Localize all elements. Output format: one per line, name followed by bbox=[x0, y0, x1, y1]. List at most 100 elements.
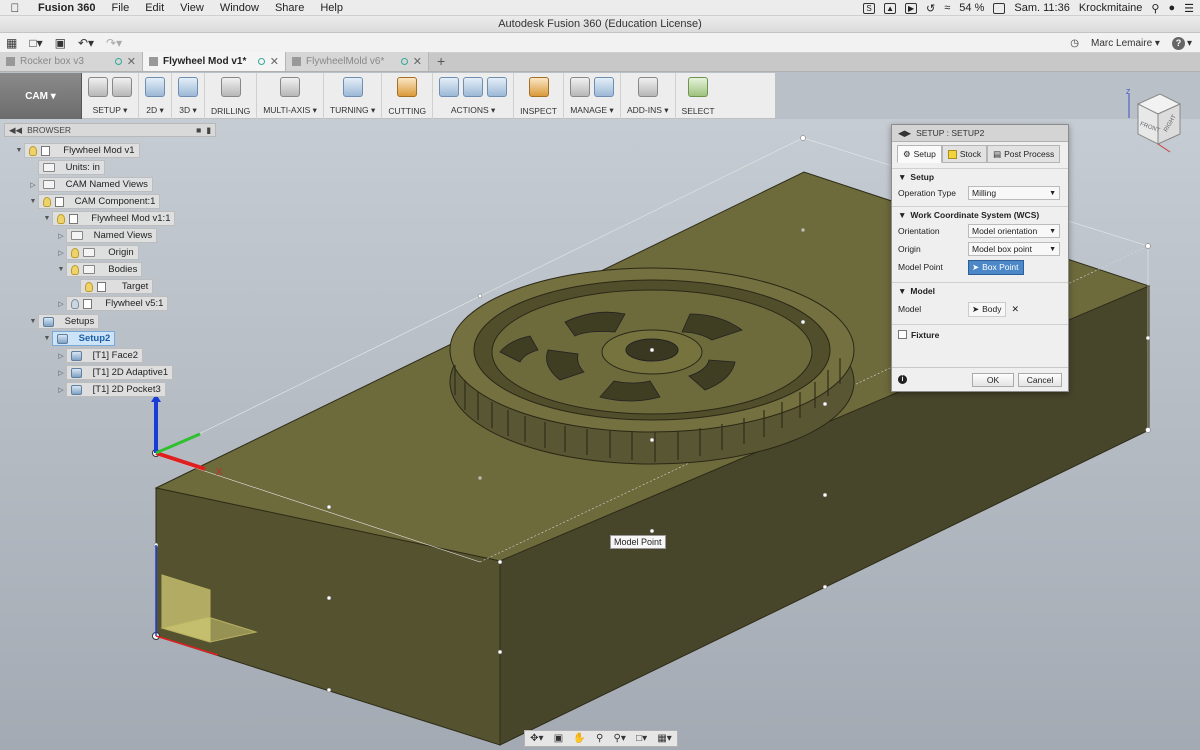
job-status-icon[interactable]: ◷ bbox=[1070, 38, 1079, 49]
model-selection-chip[interactable]: ➤ Body bbox=[968, 301, 1006, 317]
user-account-menu[interactable]: Marc Lemaire ▾ bbox=[1091, 38, 1160, 49]
browser-pin-icon[interactable]: ■ bbox=[196, 125, 201, 136]
orbit-icon[interactable]: ✥▾ bbox=[530, 733, 543, 744]
info-icon[interactable]: i bbox=[898, 375, 907, 384]
box-point-button[interactable]: ➤ Box Point bbox=[968, 259, 1024, 275]
redo-icon[interactable]: ↷▾ bbox=[100, 33, 128, 53]
data-panel-grid-icon[interactable]: ▦ bbox=[0, 33, 23, 53]
section-setup[interactable]: ▼ Setup bbox=[892, 168, 1068, 184]
airplay-icon[interactable]: ▲ bbox=[884, 2, 897, 14]
visibility-bulb-icon[interactable] bbox=[43, 196, 51, 207]
display-settings-icon[interactable]: □▾ bbox=[636, 733, 647, 744]
collapse-arrow-icon[interactable]: ▼ bbox=[14, 147, 24, 154]
tree-item-units[interactable]: Units: in bbox=[28, 160, 105, 175]
toolbar-group-2d[interactable]: 2D ▾ bbox=[139, 73, 172, 119]
menu-help[interactable]: Help bbox=[312, 2, 351, 14]
multi-axis-icon[interactable] bbox=[280, 77, 301, 97]
drill-icon[interactable] bbox=[220, 77, 241, 97]
save-icon[interactable]: ▣ bbox=[49, 33, 72, 53]
toolbar-group-manage[interactable]: MANAGE ▾ bbox=[564, 73, 621, 119]
section-collapse-icon[interactable]: ▼ bbox=[898, 210, 906, 220]
setup-sheet-icon[interactable] bbox=[487, 77, 508, 97]
tree-item-bodies[interactable]: ▼ Bodies bbox=[56, 262, 143, 277]
toolbar-group-turning[interactable]: TURNING ▾ bbox=[324, 73, 383, 119]
visibility-bulb-icon[interactable] bbox=[85, 281, 93, 292]
zoom-icon[interactable]: ⚲ bbox=[596, 733, 603, 744]
cancel-button[interactable]: Cancel bbox=[1018, 372, 1062, 387]
fixture-row[interactable]: Fixture bbox=[892, 324, 1068, 344]
tree-item-named-views[interactable]: ▷ Named Views bbox=[56, 228, 158, 243]
apple-icon[interactable]:  bbox=[0, 1, 30, 15]
tree-item-target[interactable]: Target bbox=[70, 279, 154, 294]
expand-arrow-icon[interactable]: ▷ bbox=[28, 181, 38, 189]
view-cube[interactable]: FRONT RIGHT Z bbox=[1120, 86, 1190, 156]
menu-edit[interactable]: Edit bbox=[137, 2, 172, 14]
toolbar-group-drilling[interactable]: DRILLING bbox=[205, 73, 258, 119]
toolbar-group-select[interactable]: SELECT bbox=[676, 73, 721, 119]
user-name[interactable]: Krockmitaine bbox=[1079, 2, 1143, 14]
clear-selection-icon[interactable]: ✕ bbox=[1012, 304, 1020, 315]
tab-post-process[interactable]: ▤ Post Process bbox=[987, 145, 1061, 163]
3d-adaptive-icon[interactable] bbox=[178, 77, 198, 97]
dialog-title-bar[interactable]: ◀▶ SETUP : SETUP2 bbox=[892, 125, 1068, 142]
tree-item-face2[interactable]: ▷ [T1] Face2 bbox=[56, 348, 144, 363]
post-process-icon[interactable] bbox=[463, 77, 484, 97]
tree-item-cam-named-views[interactable]: ▷ CAM Named Views bbox=[28, 177, 153, 192]
toolbar-group-multi-axis[interactable]: MULTI-AXIS ▾ bbox=[257, 73, 324, 119]
help-menu[interactable]: ? ▾ bbox=[1171, 36, 1192, 50]
section-wcs[interactable]: ▼ Work Coordinate System (WCS) bbox=[892, 206, 1068, 222]
fit-icon[interactable]: ⚲▾ bbox=[614, 733, 626, 744]
menu-window[interactable]: Window bbox=[212, 2, 267, 14]
browser-header[interactable]: ◀◀ BROWSER ■ ▮ bbox=[4, 123, 216, 137]
look-at-icon[interactable]: ▣ bbox=[554, 733, 563, 744]
collapse-browser-icon[interactable]: ◀◀ bbox=[9, 125, 22, 136]
tree-item-2d-pocket3[interactable]: ▷ [T1] 2D Pocket3 bbox=[56, 382, 166, 397]
toolbar-group-inspect[interactable]: INSPECT bbox=[514, 73, 564, 119]
menu-app-name[interactable]: Fusion 360 bbox=[30, 2, 103, 14]
close-tab-icon[interactable]: ✕ bbox=[413, 55, 422, 68]
collapse-arrow-icon[interactable]: ▼ bbox=[28, 318, 38, 325]
simulate-icon[interactable] bbox=[439, 77, 460, 97]
section-collapse-icon[interactable]: ▼ bbox=[898, 286, 906, 296]
expand-arrow-icon[interactable]: ▷ bbox=[56, 232, 66, 240]
visibility-bulb-icon[interactable] bbox=[71, 247, 79, 258]
spotlight-icon[interactable]: ⚲ bbox=[1151, 2, 1159, 15]
menu-file[interactable]: File bbox=[103, 2, 137, 14]
time-machine-icon[interactable]: ↺ bbox=[926, 2, 935, 15]
browser-expand-icon[interactable]: ▮ bbox=[206, 125, 211, 136]
tree-item-setup2[interactable]: ▼ Setup2 bbox=[42, 331, 116, 346]
toolbar-group-cutting[interactable]: CUTTING bbox=[382, 73, 434, 119]
tab-rocker-box[interactable]: Rocker box v3 ✕ bbox=[0, 52, 143, 71]
new-tab-icon[interactable]: + bbox=[429, 52, 453, 71]
expand-arrow-icon[interactable]: ▷ bbox=[56, 386, 66, 394]
wifi-icon[interactable]: ≈ bbox=[944, 2, 950, 14]
expand-arrow-icon[interactable]: ▷ bbox=[56, 352, 66, 360]
tree-item-cam-component[interactable]: ▼ CAM Component:1 bbox=[28, 194, 161, 209]
collapse-arrow-icon[interactable]: ▼ bbox=[42, 335, 52, 342]
fixture-checkbox[interactable] bbox=[898, 330, 907, 339]
tree-item-2d-adaptive1[interactable]: ▷ [T1] 2D Adaptive1 bbox=[56, 365, 174, 380]
expand-arrow-icon[interactable]: ▷ bbox=[56, 369, 66, 377]
section-model[interactable]: ▼ Model bbox=[892, 282, 1068, 298]
volume-icon[interactable]: ▶ bbox=[905, 2, 918, 14]
tab-setup[interactable]: ⚙ Setup bbox=[897, 145, 942, 163]
new-setup-icon[interactable] bbox=[88, 77, 108, 97]
origin-select[interactable]: Model box point ▼ bbox=[968, 242, 1060, 256]
menu-share[interactable]: Share bbox=[267, 2, 312, 14]
skype-icon[interactable]: S bbox=[863, 2, 876, 14]
select-icon[interactable] bbox=[688, 77, 709, 97]
tool-library-icon[interactable] bbox=[569, 77, 590, 97]
battery-percent[interactable]: 54 % bbox=[959, 2, 984, 14]
orientation-select[interactable]: Model orientation ▼ bbox=[968, 224, 1060, 238]
template-library-icon[interactable] bbox=[593, 77, 614, 97]
cutting-icon[interactable] bbox=[397, 77, 418, 97]
workspace-switcher[interactable]: CAM ▾ bbox=[0, 73, 82, 119]
tab-flywheel-mold[interactable]: FlywheelMold v6* ✕ bbox=[286, 52, 429, 71]
scripts-icon[interactable] bbox=[637, 77, 658, 97]
toolbar-group-setup[interactable]: SETUP ▾ bbox=[82, 73, 139, 119]
tree-item-origin[interactable]: ▷ Origin bbox=[56, 245, 139, 260]
measure-icon[interactable] bbox=[528, 77, 549, 97]
expand-arrow-icon[interactable]: ▷ bbox=[56, 300, 66, 308]
grid-settings-icon[interactable]: ▦▾ bbox=[657, 733, 671, 744]
visibility-bulb-icon[interactable] bbox=[71, 298, 79, 309]
